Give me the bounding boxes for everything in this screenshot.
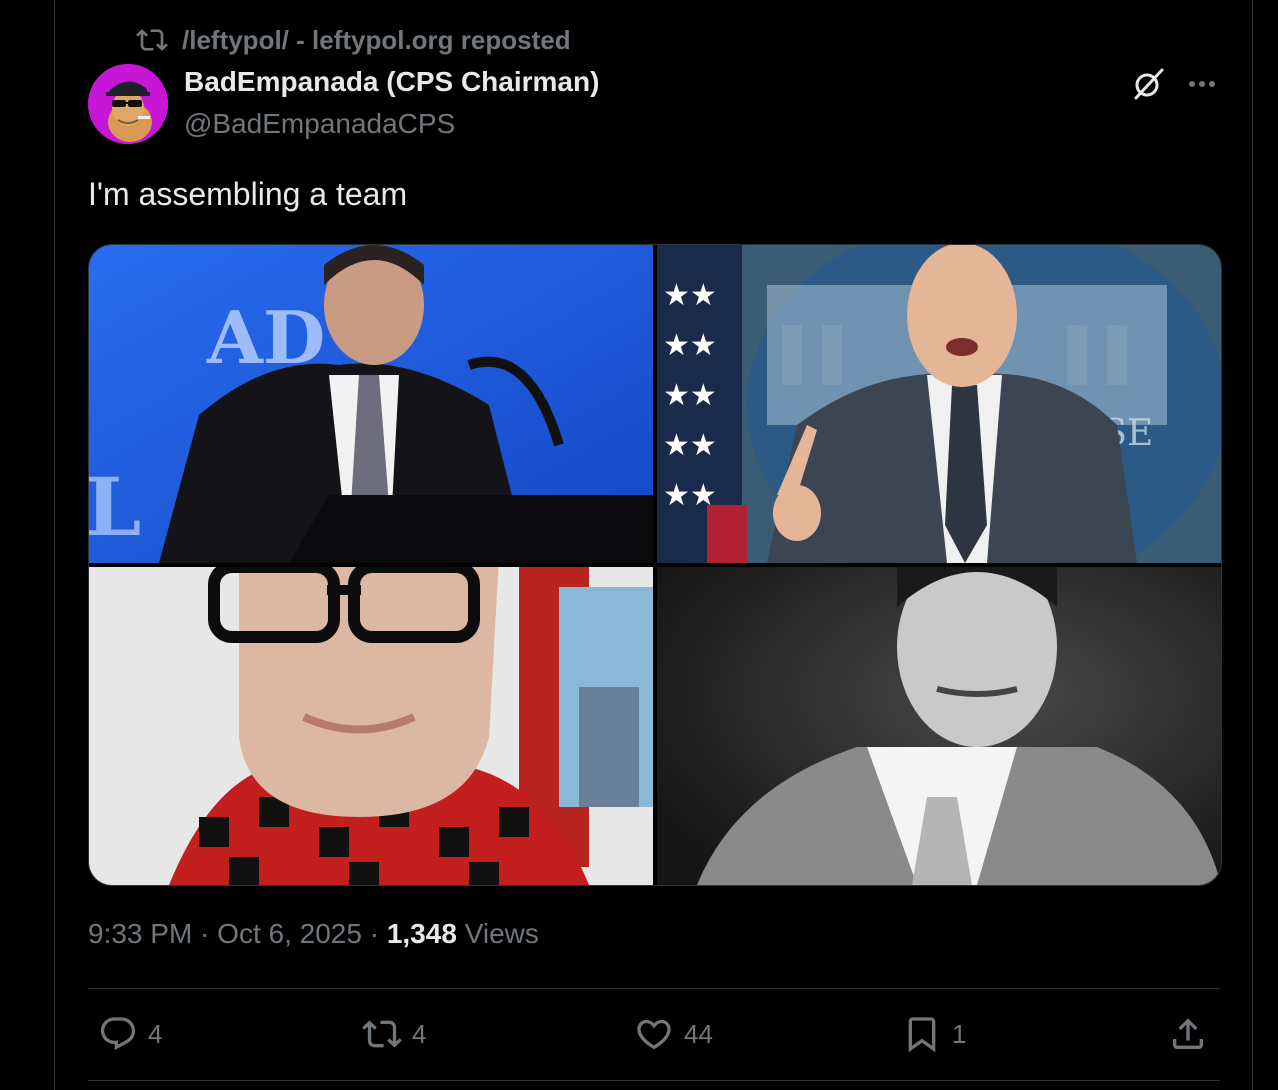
photo-icon: [657, 567, 1221, 885]
tweet-text: I'm assembling a team: [88, 176, 408, 212]
photo-icon: USE ★★★★ ★★★★ ★★: [657, 245, 1221, 563]
share-button[interactable]: [1168, 1012, 1208, 1056]
reply-count: 4: [148, 1018, 163, 1049]
bookmark-icon: [908, 1017, 936, 1053]
svg-text:L: L: [89, 460, 141, 554]
like-button[interactable]: 44: [634, 1012, 713, 1056]
svg-text:★★: ★★: [663, 379, 717, 412]
avatar[interactable]: [88, 64, 168, 144]
media-image-1[interactable]: AD L: [89, 245, 653, 563]
repost-label[interactable]: /leftypol/ - leftypol.org reposted: [182, 25, 571, 56]
svg-text:★★: ★★: [663, 329, 717, 362]
timeline-border-left: [54, 0, 55, 1090]
meta-separator: ·: [192, 918, 218, 949]
reply-button[interactable]: 4: [98, 1012, 162, 1056]
like-icon: [637, 1019, 671, 1050]
repost-count: 4: [412, 1018, 427, 1049]
avatar-image: [88, 64, 168, 144]
grok-icon[interactable]: [1130, 66, 1166, 102]
timeline-border-right: [1252, 0, 1253, 1090]
svg-text:★★: ★★: [663, 279, 717, 312]
bottom-divider: [88, 1080, 1220, 1081]
views-count: 1,348: [386, 918, 457, 949]
author-display-name[interactable]: BadEmpanada (CPS Chairman): [184, 66, 599, 98]
divider: [88, 988, 1220, 989]
media-image-4[interactable]: [657, 567, 1221, 885]
repost-icon: [136, 29, 168, 51]
tweet-date[interactable]: Oct 6, 2025: [217, 918, 362, 949]
media-image-3[interactable]: [89, 567, 653, 885]
like-count: 44: [684, 1018, 713, 1049]
views-label: Views: [464, 918, 539, 949]
repost-button[interactable]: 4: [362, 1012, 426, 1056]
media-grid[interactable]: AD L USE ★★★★ ★★★★ ★★: [88, 244, 1222, 886]
reply-icon: [100, 1017, 136, 1051]
repost-icon: [362, 1020, 402, 1048]
meta-separator: ·: [361, 918, 387, 949]
share-icon: [1173, 1018, 1203, 1049]
author-handle[interactable]: @BadEmpanadaCPS: [184, 108, 455, 140]
repost-indicator[interactable]: /leftypol/ - leftypol.org reposted: [136, 24, 571, 56]
tweet-time[interactable]: 9:33 PM: [88, 918, 192, 949]
photo-icon: [89, 567, 653, 885]
media-image-2[interactable]: USE ★★★★ ★★★★ ★★: [657, 245, 1221, 563]
tweet-meta: 9:33 PM · Oct 6, 2025 · 1,348 Views: [88, 918, 539, 950]
photo-icon: AD L: [89, 245, 653, 563]
bookmark-button[interactable]: 1: [902, 1012, 966, 1056]
svg-text:★★: ★★: [663, 429, 717, 462]
more-icon[interactable]: [1184, 68, 1220, 100]
bookmark-count: 1: [952, 1018, 967, 1049]
